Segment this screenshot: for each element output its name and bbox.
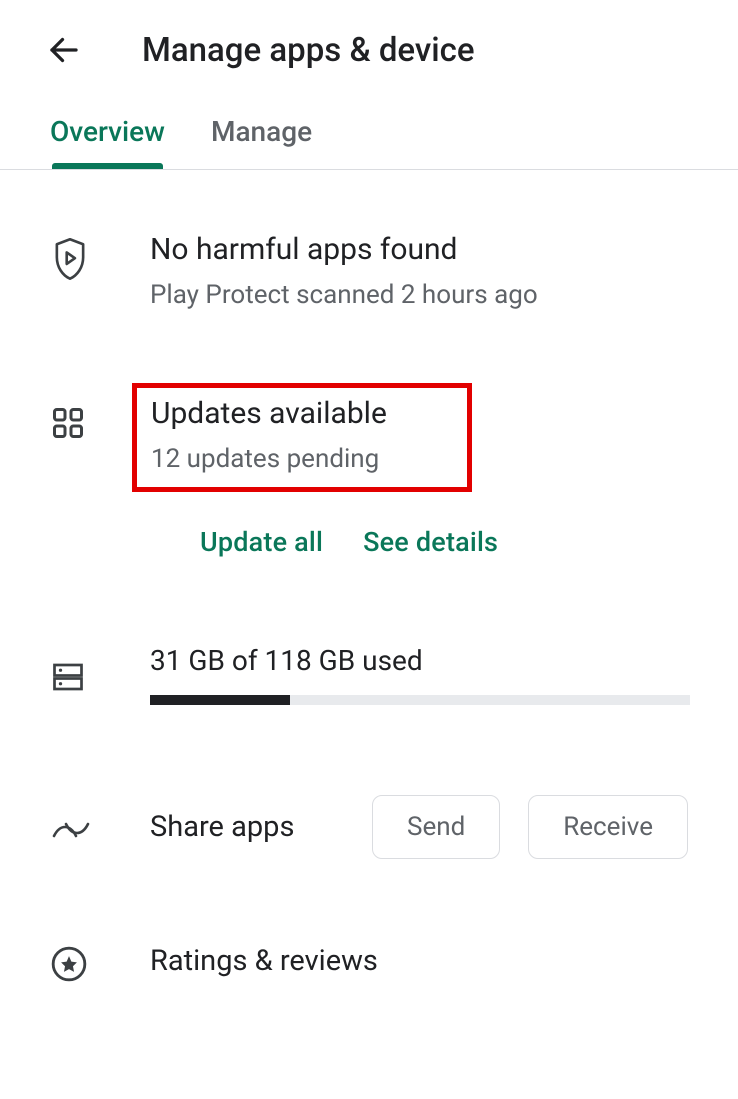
icon-col xyxy=(50,653,150,695)
send-button[interactable]: Send xyxy=(372,795,500,859)
protect-title: No harmful apps found xyxy=(150,230,688,269)
storage-bar xyxy=(150,695,690,705)
ratings-label: Ratings & reviews xyxy=(150,944,378,978)
icon-col xyxy=(50,230,150,282)
storage-row[interactable]: 31 GB of 118 GB used xyxy=(50,644,688,705)
tab-manage[interactable]: Manage xyxy=(211,100,312,169)
share-label: Share apps xyxy=(150,810,294,844)
storage-icon xyxy=(50,659,86,695)
arrow-left-icon xyxy=(46,32,82,68)
tab-overview[interactable]: Overview xyxy=(50,100,165,169)
share-apps-row: Share apps Send Receive xyxy=(50,795,688,859)
tabs: Overview Manage xyxy=(0,100,738,170)
overview-content: No harmful apps found Play Protect scann… xyxy=(0,170,738,1033)
icon-col xyxy=(50,810,150,844)
back-button[interactable] xyxy=(40,26,88,74)
updates-subtitle: 12 updates pending xyxy=(151,443,451,477)
play-protect-row[interactable]: No harmful apps found Play Protect scann… xyxy=(50,230,688,313)
shield-play-icon xyxy=(50,236,90,282)
ratings-row[interactable]: Ratings & reviews xyxy=(50,939,688,983)
updates-row[interactable]: Updates available 12 updates pending xyxy=(50,393,688,492)
storage-label: 31 GB of 118 GB used xyxy=(150,644,690,677)
receive-button[interactable]: Receive xyxy=(528,795,688,859)
see-details-button[interactable]: See details xyxy=(363,526,498,558)
nearby-share-icon xyxy=(50,816,92,844)
updates-actions: Update all See details xyxy=(200,526,688,558)
page-title: Manage apps & device xyxy=(142,31,475,70)
update-all-button[interactable]: Update all xyxy=(200,526,323,558)
apps-grid-icon xyxy=(50,405,86,441)
header: Manage apps & device xyxy=(0,0,738,100)
icon-col xyxy=(50,939,150,983)
storage-fill xyxy=(150,695,290,705)
updates-highlight: Updates available 12 updates pending xyxy=(132,383,472,492)
star-circle-icon xyxy=(50,945,88,983)
protect-subtitle: Play Protect scanned 2 hours ago xyxy=(150,279,688,313)
updates-title: Updates available xyxy=(151,394,451,433)
